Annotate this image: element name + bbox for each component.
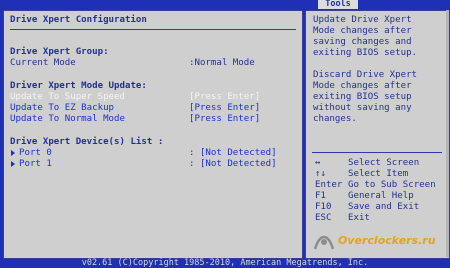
- help-panel: Update Drive Xpert Mode changes after sa…: [305, 10, 450, 259]
- option-super-speed[interactable]: Update To Super Speed: [10, 92, 125, 103]
- group-label: Drive Xpert Group:: [10, 47, 109, 57]
- current-mode-label: Current Mode: [10, 58, 76, 68]
- watermark-text: Overclockers.ru: [338, 234, 436, 247]
- submenu-arrow-icon: [11, 150, 15, 156]
- port-1[interactable]: Port 1: [19, 159, 52, 170]
- port-0[interactable]: Port 0: [19, 148, 52, 159]
- main-panel: Drive Xpert Configuration Drive Xpert Gr…: [3, 10, 303, 259]
- key-esc: ESC: [315, 213, 332, 223]
- key-esc-action: Exit: [348, 213, 370, 223]
- option-ez-backup-value[interactable]: [Press Enter]: [189, 103, 260, 114]
- tab-bar: Tools: [0, 0, 450, 9]
- port-0-value[interactable]: : [Not Detected]: [189, 148, 277, 159]
- key-select-screen: ↔: [315, 158, 321, 168]
- key-select-item-action: Select Item: [348, 169, 409, 179]
- key-f10: F10: [315, 202, 332, 212]
- watermark-logo-icon: [313, 235, 335, 250]
- option-super-speed-value[interactable]: [Press Enter]: [189, 92, 260, 103]
- key-f10-action: Save and Exit: [348, 202, 420, 212]
- update-label: Driver Xpert Mode Update:: [10, 81, 147, 91]
- port-1-value[interactable]: : [Not Detected]: [189, 159, 277, 170]
- divider: [312, 152, 442, 153]
- submenu-arrow-icon: [11, 161, 15, 167]
- key-f1: F1: [315, 191, 326, 201]
- option-normal-mode[interactable]: Update To Normal Mode: [10, 114, 125, 125]
- key-select-item: ↑↓: [315, 169, 326, 179]
- key-select-screen-action: Select Screen: [348, 158, 420, 168]
- current-mode-value: :Normal Mode: [189, 58, 255, 68]
- help-text: Discard Drive Xpert: [313, 70, 418, 80]
- page-title: Drive Xpert Configuration: [10, 15, 147, 25]
- key-f1-action: General Help: [348, 191, 414, 201]
- watermark: Overclockers.ru: [310, 226, 436, 256]
- scrollbar[interactable]: [446, 10, 449, 257]
- option-ez-backup[interactable]: Update To EZ Backup: [10, 103, 114, 114]
- device-list-label: Drive Xpert Device(s) List :: [10, 137, 164, 147]
- help-text: Mode changes after: [313, 26, 412, 36]
- help-text: exiting BIOS setup.: [313, 48, 418, 58]
- help-text: Update Drive Xpert: [313, 15, 412, 25]
- option-normal-mode-value[interactable]: [Press Enter]: [189, 114, 260, 125]
- key-enter: Enter: [315, 180, 343, 190]
- divider: [10, 29, 296, 30]
- tab-tools[interactable]: Tools: [318, 0, 358, 9]
- help-text: without saving any: [313, 103, 412, 113]
- help-text: exiting BIOS setup: [313, 92, 412, 102]
- help-text: saving changes and: [313, 37, 412, 47]
- key-enter-action: Go to Sub Screen: [348, 180, 436, 190]
- help-text: changes.: [313, 114, 357, 124]
- help-text: Mode changes after: [313, 81, 412, 91]
- footer: v02.61 (C)Copyright 1985-2010, American …: [0, 259, 450, 268]
